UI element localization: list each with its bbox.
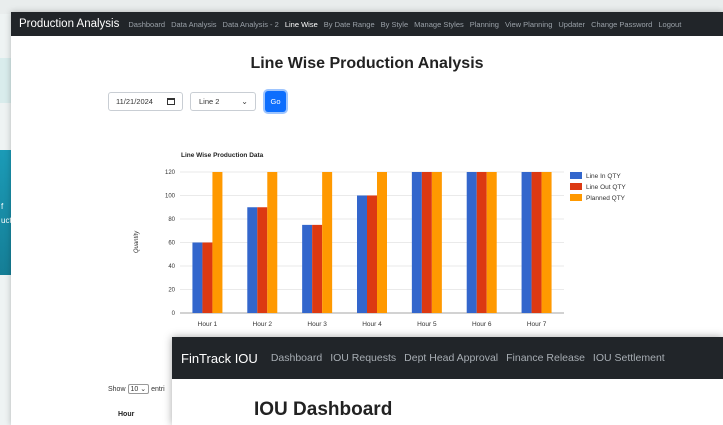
fintrack-link-dept-head-approval[interactable]: Dept Head Approval <box>404 352 498 364</box>
entries-label: entri <box>151 385 165 393</box>
bar <box>541 172 552 313</box>
show-entries-control: Show 10 ⌄ entri <box>108 384 165 394</box>
bar <box>431 172 442 313</box>
bar <box>192 242 203 313</box>
show-label: Show <box>108 385 126 393</box>
chart-title: Line Wise Production Data <box>181 152 264 159</box>
y-axis-label: Quantity <box>134 230 140 253</box>
entries-select[interactable]: 10 ⌄ <box>127 384 150 394</box>
iou-dashboard-title: IOU Dashboard <box>254 399 393 420</box>
entries-select-value: 10 <box>130 386 139 393</box>
x-tick-label: Hour 7 <box>527 321 547 328</box>
bar <box>322 172 333 313</box>
legend-label: Line In QTY <box>586 173 621 180</box>
x-tick-label: Hour 4 <box>362 321 382 328</box>
y-tick-label: 40 <box>168 264 175 270</box>
x-tick-label: Hour 3 <box>307 321 327 328</box>
bar <box>357 195 367 313</box>
bar <box>411 172 422 313</box>
legend-label: Planned QTY <box>586 195 626 202</box>
bar <box>466 172 477 313</box>
fintrack-brand[interactable]: FinTrack IOU <box>181 351 258 366</box>
bar <box>377 172 387 313</box>
legend-swatch <box>570 183 582 190</box>
bar <box>202 242 213 313</box>
production-chart: Line Wise Production Data 0 20 40 60 80 100 120… <box>134 152 626 328</box>
x-tick-label: Hour 5 <box>417 321 437 328</box>
y-tick-label: 60 <box>168 241 175 247</box>
table-header-hour[interactable]: Hour <box>118 411 134 418</box>
y-tick-label: 120 <box>165 170 176 176</box>
y-tick-label: 20 <box>168 288 175 294</box>
bar <box>312 224 323 313</box>
x-tick-label: Hour 2 <box>253 321 273 328</box>
x-tick-label: Hour 1 <box>198 321 218 328</box>
bar <box>257 207 268 313</box>
background-card-text: f <box>1 202 4 211</box>
fintrack-window: FinTrack IOU Dashboard IOU Requests Dept… <box>172 337 723 425</box>
x-tick-label: Hour 6 <box>472 321 492 328</box>
bar <box>302 224 313 313</box>
bar <box>421 172 432 313</box>
bar <box>247 207 258 313</box>
bar <box>486 172 497 313</box>
fintrack-link-iou-settlement[interactable]: IOU Settlement <box>593 352 665 364</box>
bar <box>531 172 542 313</box>
legend-swatch <box>570 172 582 179</box>
bar <box>367 195 377 313</box>
bar <box>521 172 532 313</box>
bar <box>267 172 278 313</box>
legend-swatch <box>570 194 582 201</box>
fintrack-link-finance-release[interactable]: Finance Release <box>506 352 585 364</box>
y-tick-label: 0 <box>172 311 176 317</box>
fintrack-link-iou-requests[interactable]: IOU Requests <box>330 352 396 364</box>
fintrack-navbar: FinTrack IOU Dashboard IOU Requests Dept… <box>172 337 723 379</box>
bar <box>212 172 223 313</box>
legend-label: Line Out QTY <box>586 184 626 191</box>
y-tick-label: 100 <box>165 194 176 200</box>
fintrack-link-dashboard[interactable]: Dashboard <box>271 352 322 364</box>
bar <box>476 172 487 313</box>
y-tick-label: 80 <box>168 217 175 223</box>
